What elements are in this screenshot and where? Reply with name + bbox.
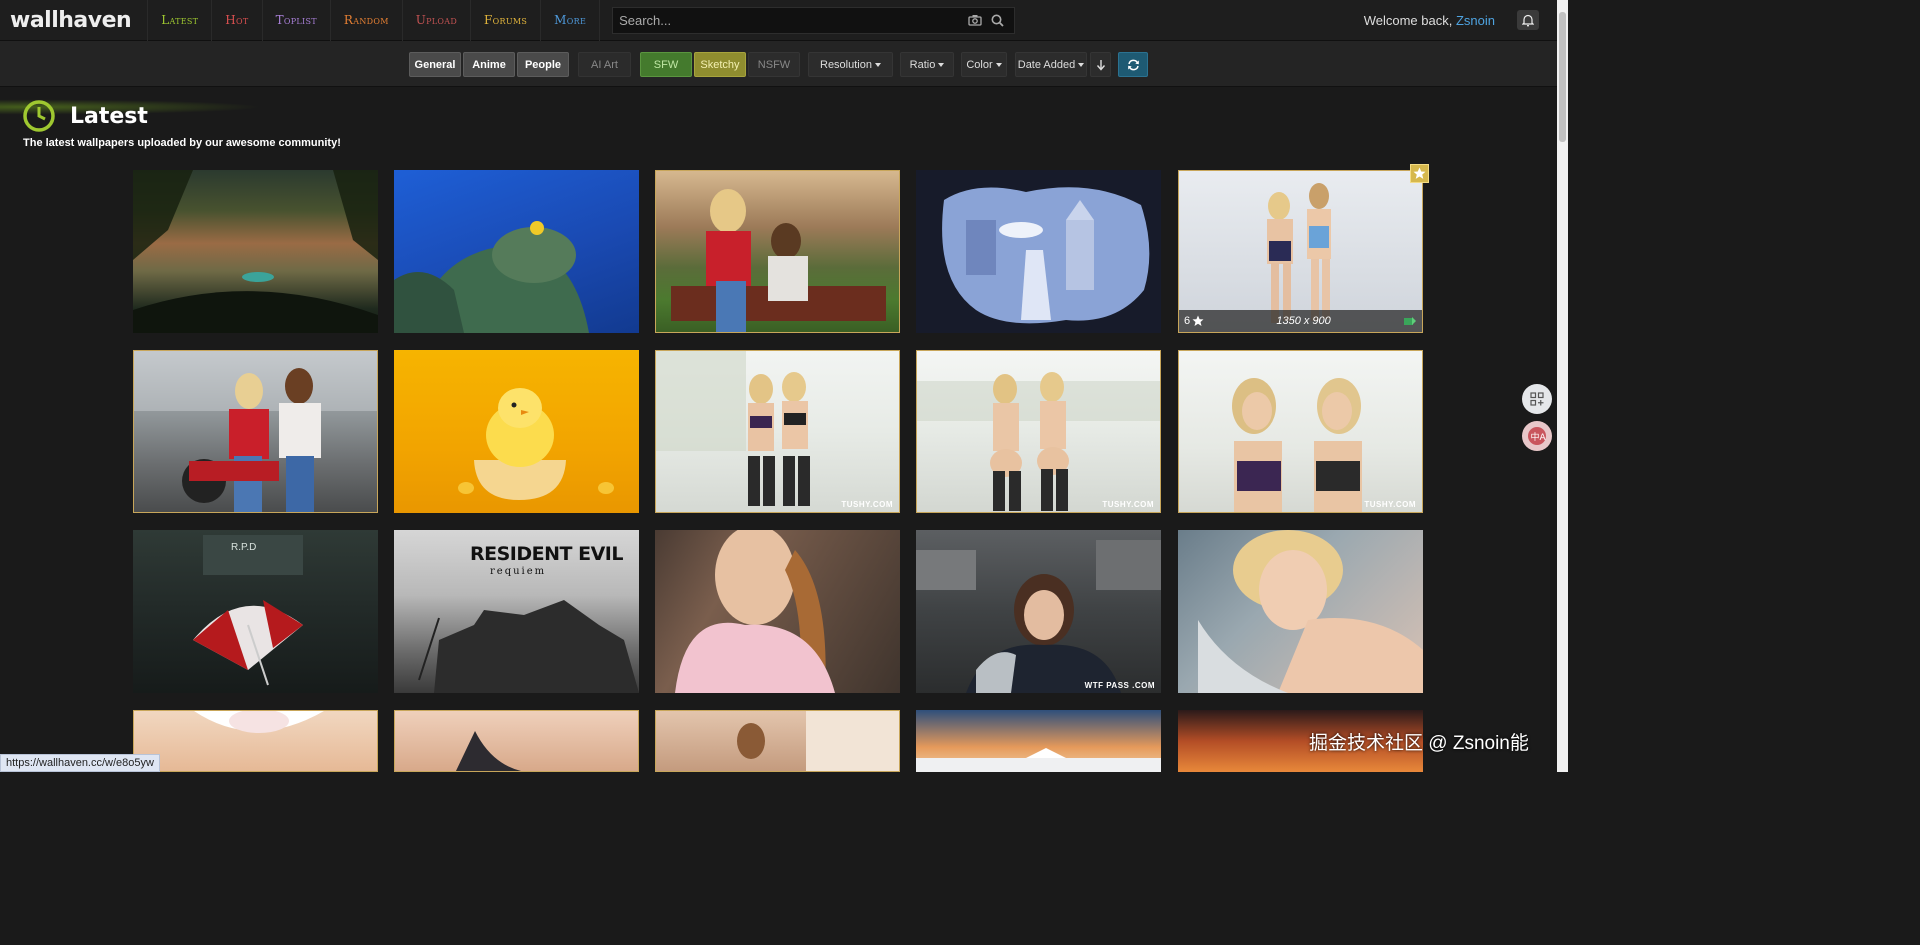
scrollbar-thumb[interactable] — [1559, 12, 1566, 142]
nav-random[interactable]: Random — [331, 0, 403, 41]
nav-hot[interactable]: Hot — [212, 0, 263, 41]
category-people-toggle[interactable]: People — [517, 52, 569, 77]
search-input[interactable]: Search... — [619, 13, 964, 28]
wallpaper-thumb[interactable]: WTF PASS .COM — [916, 530, 1161, 693]
wallpaper-thumb[interactable]: R.P.D — [133, 530, 378, 693]
nav-upload[interactable]: Upload — [403, 0, 472, 41]
chevron-down-icon — [874, 62, 881, 67]
thumb-info-bar: 6 1350 x 900 — [1179, 310, 1422, 332]
wallpaper-thumb[interactable] — [1178, 530, 1423, 693]
translate-icon[interactable]: 中A — [1522, 421, 1552, 451]
search-icon[interactable] — [986, 14, 1008, 27]
favorite-star-icon[interactable] — [1410, 164, 1429, 183]
nav-forums[interactable]: Forums — [471, 0, 542, 41]
resolution-dropdown[interactable]: Resolution — [808, 52, 893, 77]
sorting-label: Date Added — [1017, 58, 1076, 71]
category-general-toggle[interactable]: General — [409, 52, 461, 77]
nav-latest[interactable]: Latest — [148, 0, 213, 41]
brand-watermark: TUSHY.COM — [841, 500, 893, 509]
page-scrollbar[interactable] — [1557, 0, 1568, 772]
wallpaper-thumb[interactable] — [394, 170, 639, 333]
notifications-bell-icon[interactable] — [1517, 10, 1539, 30]
purity-sketchy-toggle[interactable]: Sketchy — [694, 52, 746, 77]
color-dropdown[interactable]: Color — [961, 52, 1007, 77]
status-url: https://wallhaven.cc/w/e8o5yw — [0, 754, 160, 772]
sort-order-arrow-down-icon[interactable] — [1090, 52, 1111, 77]
wallpaper-thumb[interactable] — [916, 710, 1161, 772]
wallpaper-thumb[interactable]: RESIDENT EVIL requiem — [394, 530, 639, 693]
site-logo[interactable]: wallhaven — [0, 0, 149, 41]
brand-watermark: WTF PASS .COM — [1084, 681, 1155, 690]
filter-bar: General Anime People AI Art SFW Sketchy … — [0, 41, 1557, 87]
wallpaper-thumb[interactable] — [394, 710, 639, 772]
resolution-label: Resolution — [820, 58, 872, 71]
welcome-text: Welcome back, — [1363, 12, 1453, 28]
category-anime-toggle[interactable]: Anime — [463, 52, 515, 77]
username-link[interactable]: Zsnoin — [1456, 13, 1495, 28]
ai-art-toggle[interactable]: AI Art — [578, 52, 631, 77]
star-icon — [1192, 315, 1204, 326]
wallpaper-thumb[interactable] — [133, 170, 378, 333]
wallpaper-thumb[interactable] — [133, 710, 378, 772]
overlay-watermark: 掘金技术社区 @ Zsnoin能 — [1309, 733, 1529, 754]
welcome-message: Welcome back, Zsnoin — [1364, 13, 1517, 28]
purity-sfw-toggle[interactable]: SFW — [640, 52, 692, 77]
refresh-icon[interactable] — [1118, 52, 1148, 77]
wallpaper-thumb[interactable]: TUSHY.COM — [655, 350, 900, 513]
nav-more[interactable]: More — [541, 0, 601, 41]
chevron-down-icon — [1078, 62, 1085, 67]
brand-watermark: TUSHY.COM — [1364, 500, 1416, 509]
wallpaper-thumb[interactable] — [655, 530, 900, 693]
wallpaper-thumb[interactable]: TUSHY.COM — [916, 350, 1161, 513]
svg-text:中A: 中A — [1531, 431, 1547, 443]
similar-icon[interactable] — [1403, 315, 1417, 327]
wallpaper-thumb[interactable] — [394, 350, 639, 513]
favorites-count: 6 — [1184, 315, 1191, 327]
wallpaper-thumb[interactable] — [133, 350, 378, 513]
page-title: Latest — [70, 104, 148, 129]
wallpaper-thumb[interactable]: 6 1350 x 900 — [1178, 170, 1423, 333]
search-box[interactable]: Search... — [612, 6, 1016, 34]
wallpaper-thumb[interactable] — [916, 170, 1161, 333]
chevron-down-icon — [938, 62, 945, 67]
sorting-dropdown[interactable]: Date Added — [1015, 52, 1087, 77]
brand-watermark: TUSHY.COM — [1102, 500, 1154, 509]
page-subtitle: The latest wallpapers uploaded by our aw… — [23, 137, 341, 149]
purity-nsfw-toggle[interactable]: NSFW — [748, 52, 800, 77]
nav-toplist[interactable]: Toplist — [263, 0, 331, 41]
wallpaper-thumb[interactable] — [655, 170, 900, 333]
chevron-down-icon — [995, 62, 1002, 67]
wallpaper-thumb[interactable] — [655, 710, 900, 772]
camera-icon[interactable] — [964, 14, 986, 26]
resolution-label: 1350 x 900 — [1276, 315, 1331, 327]
clock-icon — [22, 99, 56, 138]
top-bar: wallhaven Latest Hot Toplist Random Uplo… — [0, 0, 1557, 41]
wallpaper-thumb[interactable]: TUSHY.COM — [1178, 350, 1423, 513]
apps-grid-icon[interactable] — [1522, 384, 1552, 414]
ratio-label: Ratio — [909, 58, 936, 71]
color-label: Color — [966, 58, 993, 71]
main-nav: Latest Hot Toplist Random Upload Forums … — [148, 0, 601, 41]
ratio-dropdown[interactable]: Ratio — [900, 52, 954, 77]
svg-text:R.P.D: R.P.D — [231, 542, 256, 553]
